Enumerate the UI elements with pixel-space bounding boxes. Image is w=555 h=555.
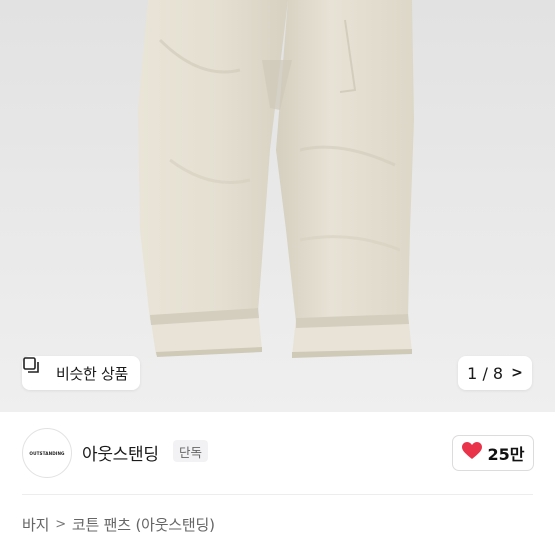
brand-logo[interactable]: OUTSTANDING [22, 428, 72, 478]
exclusive-badge: 단독 [173, 440, 209, 462]
brand-name[interactable]: 아웃스탠딩 [82, 440, 159, 465]
similar-products-button[interactable]: 비슷한 상품 [22, 356, 140, 390]
like-button[interactable]: 25만 [452, 435, 534, 471]
product-image-gallery[interactable]: 비슷한 상품 1 / 8 > [0, 0, 555, 412]
like-count: 25만 [487, 445, 525, 464]
breadcrumb: 바지 > 코튼 팬츠 (아웃스탠딩) [22, 514, 215, 535]
pager-count: 1 / 8 [467, 363, 504, 383]
brand-logo-text: OUTSTANDING [29, 450, 65, 456]
breadcrumb-subcategory[interactable]: 코튼 팬츠 (아웃스탠딩) [72, 514, 215, 535]
divider [22, 494, 533, 495]
chevron-right-icon: > [511, 365, 523, 381]
similar-products-label: 비슷한 상품 [56, 364, 128, 383]
heart-icon [461, 442, 482, 464]
seller-row: OUTSTANDING 아웃스탠딩 단독 25만 [0, 420, 555, 486]
product-photo [0, 0, 555, 412]
image-pager[interactable]: 1 / 8 > [458, 356, 532, 390]
similar-products-icon [23, 357, 50, 382]
breadcrumb-category[interactable]: 바지 [22, 514, 49, 535]
chevron-right-icon: > [55, 517, 66, 532]
